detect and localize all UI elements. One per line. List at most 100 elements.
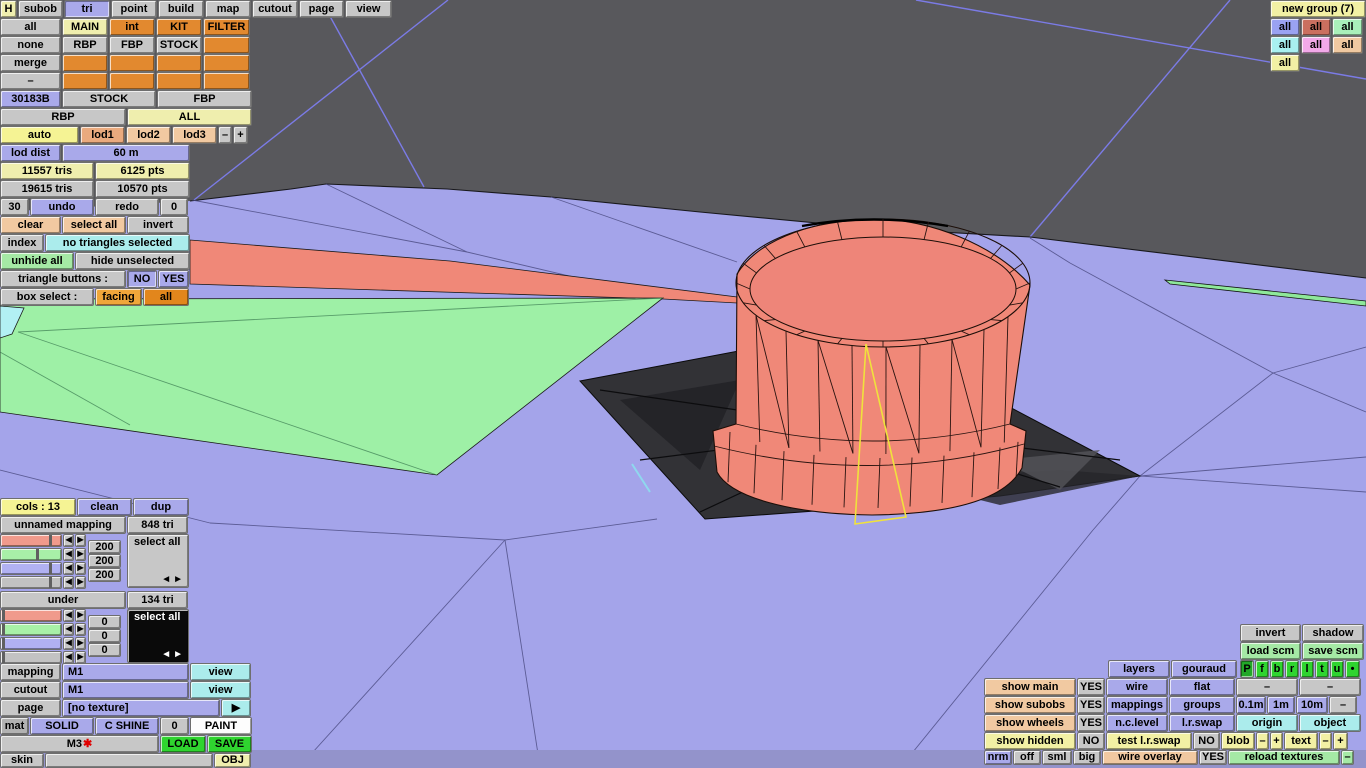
btn-mat-paint[interactable]: PAINT xyxy=(190,717,252,735)
btn-new-group[interactable]: new group (7) xyxy=(1270,0,1366,18)
btn-load-scm[interactable]: load scm xyxy=(1240,642,1301,660)
btn-redo[interactable]: redo xyxy=(95,198,159,216)
btn-stock-wide[interactable]: STOCK xyxy=(62,90,156,108)
btn-int[interactable]: int xyxy=(109,18,155,36)
slider-red-inc[interactable]: ► xyxy=(75,534,86,547)
btn-box-all[interactable]: all xyxy=(143,288,189,306)
btn-dash-left[interactable]: – xyxy=(1236,678,1298,696)
btn-fbp-wide[interactable]: FBP xyxy=(157,90,252,108)
btn-test-lrswap[interactable]: test l.r.swap xyxy=(1106,732,1192,750)
value-lod-dist[interactable]: 60 m xyxy=(62,144,190,162)
btn-lod-minus[interactable]: – xyxy=(218,126,232,144)
btn-tribtn-no[interactable]: NO xyxy=(127,270,157,288)
btn-show-wheels[interactable]: show wheels xyxy=(984,714,1076,732)
tab-tri[interactable]: tri xyxy=(64,0,110,18)
btn-group3-all[interactable]: all xyxy=(1332,18,1363,36)
btn-show-hidden[interactable]: show hidden xyxy=(984,732,1076,750)
toggle-show-hidden[interactable]: NO xyxy=(1077,732,1105,750)
btn-lod2[interactable]: lod2 xyxy=(126,126,171,144)
tab-h[interactable]: H xyxy=(0,0,17,18)
btn-auto[interactable]: auto xyxy=(0,126,79,144)
slider-green[interactable] xyxy=(0,548,62,561)
btn-text-plus[interactable]: + xyxy=(1333,732,1348,750)
toggle-show-subobs[interactable]: YES xyxy=(1077,696,1105,714)
btn-dash-right[interactable]: – xyxy=(1299,678,1361,696)
slider2-blue-inc[interactable]: ► xyxy=(75,637,86,650)
btn-dash[interactable]: – xyxy=(0,72,61,90)
btn-layers[interactable]: layers xyxy=(1108,660,1170,678)
btn-page-next[interactable]: ▶ xyxy=(221,699,251,717)
btn-nrm-off[interactable]: off xyxy=(1013,750,1041,765)
toggle-test-lrswap[interactable]: NO xyxy=(1193,732,1220,750)
slider2-green[interactable] xyxy=(0,623,62,636)
btn-main[interactable]: MAIN xyxy=(62,18,108,36)
btn-hide-unselected[interactable]: hide unselected xyxy=(75,252,190,270)
slider-blue-dec[interactable]: ◄ xyxy=(63,562,74,575)
btn-group5-all[interactable]: all xyxy=(1301,36,1331,54)
tab-map[interactable]: map xyxy=(205,0,251,18)
slider-alpha-handle[interactable] xyxy=(49,577,53,588)
btn-show-subobs[interactable]: show subobs xyxy=(984,696,1076,714)
btn-lod3[interactable]: lod3 xyxy=(172,126,217,144)
field-cutout-slot[interactable]: M1 xyxy=(62,681,189,699)
btn-view-r[interactable]: r xyxy=(1285,660,1299,678)
btn-rbp-wide[interactable]: RBP xyxy=(0,108,126,126)
slider2-red-inc[interactable]: ► xyxy=(75,609,86,622)
slider-green-dec[interactable]: ◄ xyxy=(63,548,74,561)
value-blue[interactable]: 200 xyxy=(88,568,121,582)
btn-view-cutout[interactable]: view xyxy=(190,681,251,699)
slider2-green-inc[interactable]: ► xyxy=(75,623,86,636)
btn-select-all-mapping2[interactable]: select all ◄► xyxy=(127,609,189,663)
btn-view-u[interactable]: u xyxy=(1330,660,1344,678)
btn-lrswap[interactable]: l.r.swap xyxy=(1169,714,1235,732)
btn-30183b[interactable]: 30183B xyxy=(0,90,61,108)
slider2-blue[interactable] xyxy=(0,637,62,650)
btn-show-main[interactable]: show main xyxy=(984,678,1076,696)
tab-cutout[interactable]: cutout xyxy=(252,0,298,18)
btn-obj[interactable]: OBJ xyxy=(214,753,251,768)
btn-wire[interactable]: wire xyxy=(1106,678,1168,696)
value-green[interactable]: 200 xyxy=(88,554,121,568)
btn-lod-dist[interactable]: lod dist xyxy=(0,144,61,162)
btn-mappings[interactable]: mappings xyxy=(1106,696,1168,714)
slider-red-dec[interactable]: ◄ xyxy=(63,534,74,547)
btn-stock[interactable]: STOCK xyxy=(156,36,202,54)
slider2-green-handle[interactable] xyxy=(1,624,5,635)
slider-blue-handle[interactable] xyxy=(49,563,53,574)
slider-red[interactable] xyxy=(0,534,62,547)
btn-gouraud[interactable]: gouraud xyxy=(1171,660,1237,678)
slider-red-handle[interactable] xyxy=(49,535,53,546)
btn-select-all[interactable]: select all xyxy=(62,216,126,234)
field-mapping2-name[interactable]: under xyxy=(0,591,126,609)
btn-select-all-mapping1-arrows[interactable]: ◄► xyxy=(161,575,185,585)
slider-green-inc[interactable]: ► xyxy=(75,548,86,561)
btn-grid-10m[interactable]: 10m xyxy=(1296,696,1328,714)
btn-group1-all[interactable]: all xyxy=(1270,18,1300,36)
slider2-red[interactable] xyxy=(0,609,62,622)
btn-skin[interactable]: skin xyxy=(0,753,44,768)
btn-origin[interactable]: origin xyxy=(1236,714,1298,732)
slider-blue-inc[interactable]: ► xyxy=(75,562,86,575)
btn-mat-cshine[interactable]: C SHINE xyxy=(95,717,159,735)
btn-invert-selection[interactable]: invert xyxy=(127,216,189,234)
btn-reload-dash[interactable]: – xyxy=(1341,750,1354,765)
btn-flat[interactable]: flat xyxy=(1169,678,1235,696)
btn-shadow[interactable]: shadow xyxy=(1302,624,1364,642)
btn-dup[interactable]: dup xyxy=(133,498,189,516)
btn-groups[interactable]: groups xyxy=(1169,696,1235,714)
btn-filter[interactable]: FILTER xyxy=(203,18,250,36)
btn-group7-all[interactable]: all xyxy=(1270,54,1300,72)
btn-rbp[interactable]: RBP xyxy=(62,36,108,54)
btn-all-wide[interactable]: ALL xyxy=(127,108,252,126)
btn-material-m3[interactable]: M3 ✱ xyxy=(0,735,159,753)
btn-load[interactable]: LOAD xyxy=(160,735,206,753)
btn-box-facing[interactable]: facing xyxy=(95,288,142,306)
btn-nrm[interactable]: nrm xyxy=(984,750,1012,765)
value2-green[interactable]: 0 xyxy=(88,629,121,643)
btn-none[interactable]: none xyxy=(0,36,61,54)
slider-blue[interactable] xyxy=(0,562,62,575)
field-page-texture[interactable]: [no texture] xyxy=(62,699,220,717)
btn-merge[interactable]: merge xyxy=(0,54,61,72)
slider2-green-dec[interactable]: ◄ xyxy=(63,623,74,636)
slider2-blue-handle[interactable] xyxy=(1,638,5,649)
